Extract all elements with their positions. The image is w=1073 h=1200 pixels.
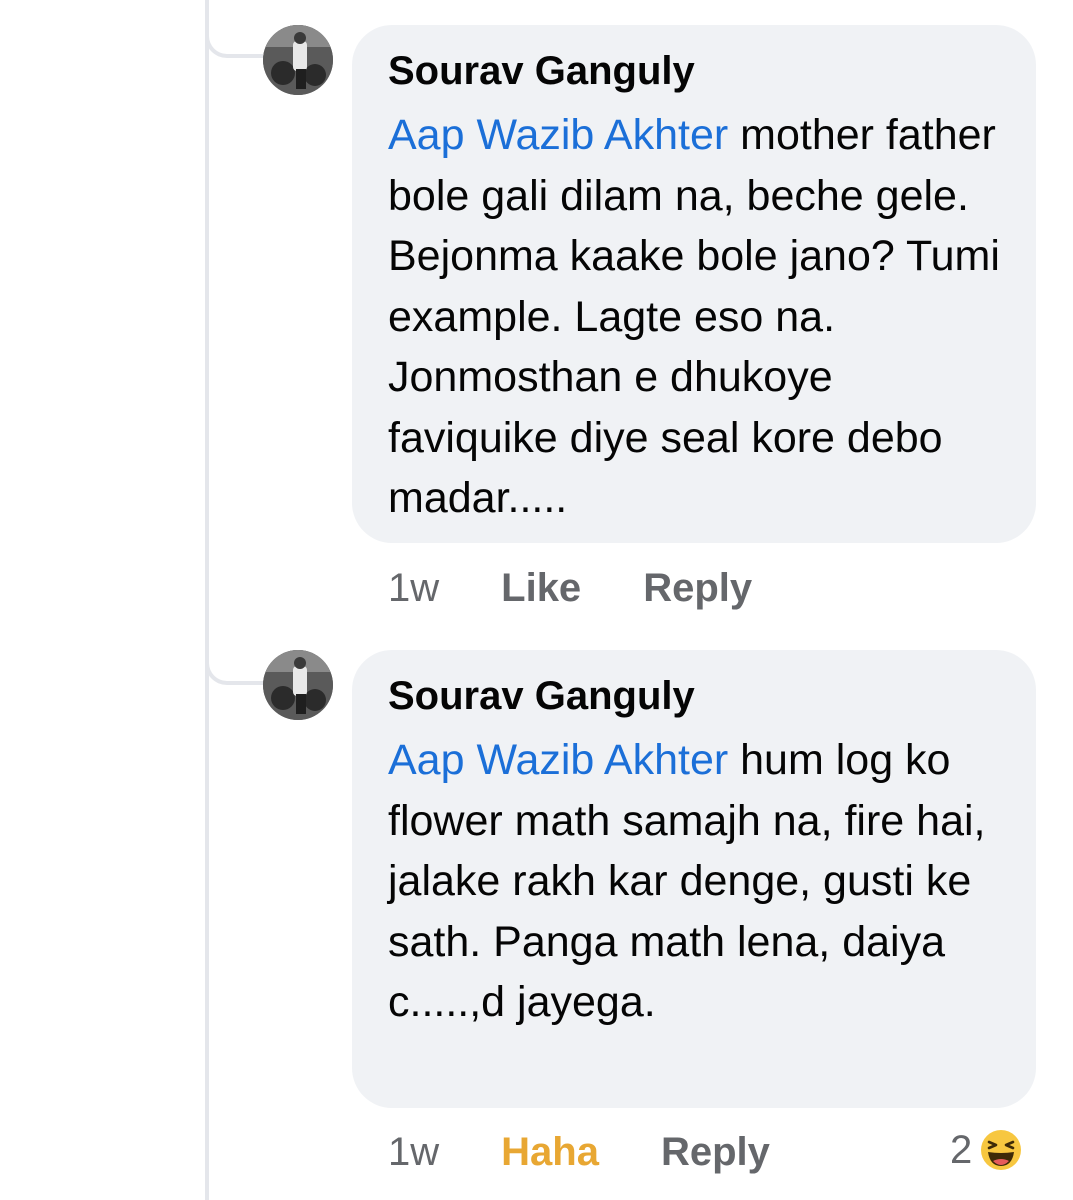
mention-link[interactable]: Aap Wazib Akhter [388, 736, 728, 784]
avatar[interactable] [263, 25, 333, 95]
comment-text: Aap Wazib Akhter mother father bole gali… [388, 105, 1000, 529]
reaction-summary[interactable]: 2 [950, 1120, 1024, 1180]
comment-thread: Sourav Ganguly Aap Wazib Akhter mother f… [0, 0, 1073, 1200]
avatar-photo [263, 25, 333, 95]
comment-timestamp[interactable]: 1w [388, 566, 439, 611]
comment-actions: 1w Haha Reply [388, 1122, 832, 1182]
reaction-count: 2 [950, 1127, 973, 1172]
thread-line [205, 0, 209, 1200]
avatar-photo [263, 650, 333, 720]
comment-timestamp[interactable]: 1w [388, 1130, 439, 1175]
reply-button[interactable]: Reply [643, 566, 752, 611]
comment-author[interactable]: Sourav Ganguly [388, 47, 1000, 95]
thread-connector [205, 18, 263, 58]
comment-bubble: Sourav Ganguly Aap Wazib Akhter hum log … [352, 650, 1036, 1108]
haha-emoji-icon [979, 1128, 1024, 1172]
avatar[interactable] [263, 650, 333, 720]
comment-author[interactable]: Sourav Ganguly [388, 672, 1000, 720]
reply-button[interactable]: Reply [661, 1130, 770, 1175]
comment-actions: 1w Like Reply [388, 558, 814, 618]
thread-connector [205, 645, 263, 685]
like-button[interactable]: Like [501, 566, 581, 611]
comment-text: Aap Wazib Akhter hum log ko flower math … [388, 730, 1000, 1033]
mention-link[interactable]: Aap Wazib Akhter [388, 111, 728, 159]
comment-body: mother father bole gali dilam na, beche … [388, 111, 1000, 522]
haha-reaction-button[interactable]: Haha [501, 1130, 599, 1175]
comment-bubble: Sourav Ganguly Aap Wazib Akhter mother f… [352, 25, 1036, 543]
